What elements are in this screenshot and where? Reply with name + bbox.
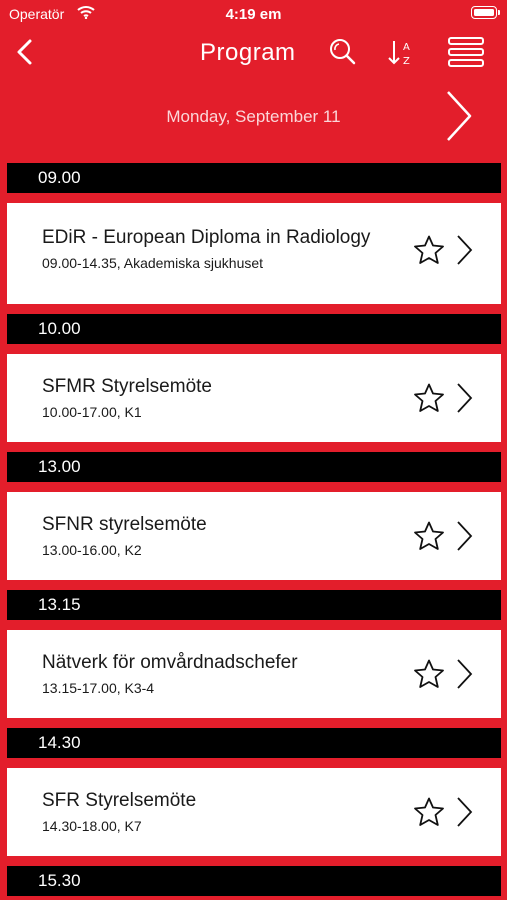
search-icon[interactable] bbox=[326, 35, 360, 69]
event-title: SFR Styrelsemöte bbox=[42, 790, 197, 811]
favorite-star-icon[interactable] bbox=[413, 658, 445, 690]
event-subtitle: 13.15-17.00, K3-4 bbox=[42, 680, 155, 696]
favorite-star-icon[interactable] bbox=[413, 234, 445, 266]
battery-icon bbox=[471, 6, 500, 19]
chevron-right-icon bbox=[457, 235, 473, 265]
time-section-header: 13.15 bbox=[7, 590, 501, 620]
favorite-star-icon[interactable] bbox=[413, 796, 445, 828]
event-row[interactable]: SFR Styrelsemöte 14.30-18.00, K7 bbox=[7, 768, 501, 856]
date-label: Monday, September 11 bbox=[166, 107, 341, 126]
time-section-header: 15.30 bbox=[7, 866, 501, 896]
back-icon[interactable] bbox=[12, 36, 42, 68]
svg-text:A: A bbox=[403, 42, 410, 53]
event-row[interactable]: EDiR - European Diploma in Radiology 09.… bbox=[7, 203, 501, 304]
event-subtitle: 13.00-16.00, K2 bbox=[42, 542, 142, 558]
chevron-right-icon[interactable] bbox=[440, 86, 480, 146]
event-title: SFMR Styrelsemöte bbox=[42, 376, 212, 397]
event-row[interactable]: SFMR Styrelsemöte 10.00-17.00, K1 bbox=[7, 354, 501, 442]
chevron-right-icon bbox=[457, 521, 473, 551]
event-subtitle: 14.30-18.00, K7 bbox=[42, 818, 142, 834]
event-row[interactable]: SFNR styrelsemöte 13.00-16.00, K2 bbox=[7, 492, 501, 580]
chevron-right-icon bbox=[457, 797, 473, 827]
date-navigator: Monday, September 11 bbox=[0, 86, 507, 146]
time-section-header: 13.00 bbox=[7, 452, 501, 482]
svg-text:Z: Z bbox=[403, 56, 410, 67]
time-section-header: 14.30 bbox=[7, 728, 501, 758]
event-subtitle: 10.00-17.00, K1 bbox=[42, 404, 142, 420]
page-title: Program bbox=[200, 39, 296, 66]
menu-icon[interactable] bbox=[447, 35, 485, 69]
status-bar: Operatör 4:19 em bbox=[0, 0, 507, 30]
navbar: Program A Z bbox=[0, 30, 507, 74]
time-section-header: 09.00 bbox=[7, 163, 501, 193]
favorite-star-icon[interactable] bbox=[413, 382, 445, 414]
event-title: SFNR styrelsemöte bbox=[42, 514, 207, 535]
program-list: 09.00 EDiR - European Diploma in Radiolo… bbox=[7, 163, 501, 896]
clock: 4:19 em bbox=[225, 6, 282, 23]
event-subtitle: 09.00-14.35, Akademiska sjukhuset bbox=[42, 255, 264, 271]
chevron-right-icon bbox=[457, 659, 473, 689]
favorite-star-icon[interactable] bbox=[413, 520, 445, 552]
event-title: EDiR - European Diploma in Radiology bbox=[42, 227, 371, 248]
event-title: Nätverk för omvårdnadschefer bbox=[42, 652, 298, 673]
time-section-header: 10.00 bbox=[7, 314, 501, 344]
sort-az-icon[interactable]: A Z bbox=[384, 35, 418, 69]
chevron-right-icon bbox=[457, 383, 473, 413]
event-row[interactable]: Nätverk för omvårdnadschefer 13.15-17.00… bbox=[7, 630, 501, 718]
